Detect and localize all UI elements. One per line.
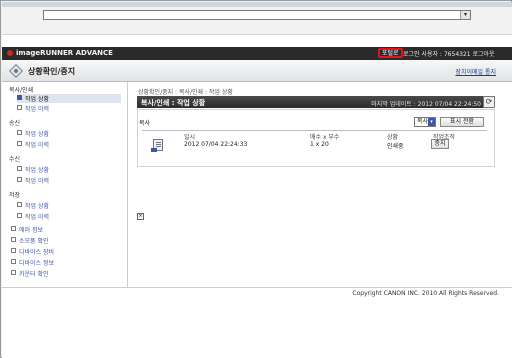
page-content: imageRUNNER ADVANCE 포털로 로그인 사용자 : 765432… bbox=[2, 35, 512, 358]
job-datetime: 2012 07/04 22:24:33 bbox=[184, 141, 248, 148]
col-datetime-header: 일시 bbox=[184, 134, 196, 141]
page-title-bar: 상황확인/중지 장치이메일 통지 bbox=[2, 60, 512, 82]
chevron-down-icon: ▾ bbox=[428, 118, 435, 126]
display-toggle-button[interactable]: 표시 전환 bbox=[440, 117, 484, 127]
sidebar-group-copy-print: 복사/인쇄 bbox=[9, 87, 34, 94]
job-type-select[interactable]: 복사 ▾ bbox=[414, 117, 436, 127]
address-input[interactable]: ▾ bbox=[43, 10, 471, 20]
breadcrumb: 상황확인/중지 : 복사/인쇄 : 작업 상황 bbox=[138, 89, 233, 96]
brand-header: imageRUNNER ADVANCE 포털로 로그인 사용자 : 765432… bbox=[2, 47, 512, 60]
main-panel: 상황확인/중지 : 복사/인쇄 : 작업 상황 복사/인쇄 : 작업 상황 마지… bbox=[129, 82, 512, 287]
sidebar-item-copy-job-status[interactable]: 작업 상황 bbox=[17, 94, 121, 103]
copy-section-label: 복사 bbox=[139, 120, 151, 127]
copy-list-header: 복사 복사 ▾ 표시 전환 bbox=[137, 116, 487, 128]
sidebar-item-counter-check[interactable]: 카운터 확인 bbox=[11, 269, 49, 278]
col-status-header: 상황 bbox=[387, 134, 399, 141]
refresh-icon[interactable]: ⟳ bbox=[483, 96, 495, 108]
sidebar-group-send: 송신 bbox=[9, 120, 21, 127]
section-header: 복사/인쇄 : 작업 상황 마지막 업데이트 : 2012 07/04 22:2… bbox=[137, 96, 495, 108]
footer-divider bbox=[2, 287, 512, 288]
email-notify-link[interactable]: 장치이메일 통지 bbox=[455, 67, 496, 76]
copyright: Copyright CANON INC. 2010 All Rights Res… bbox=[352, 290, 499, 297]
sidebar-item-copy-job-history[interactable]: 작업 이력 bbox=[17, 104, 49, 113]
close-icon[interactable]: × bbox=[137, 213, 144, 220]
browser-window: ▾ imageRUNNER ADVANCE 포털로 로그인 사용자 : 7654… bbox=[0, 0, 512, 358]
sidebar-item-receive-job-status[interactable]: 작업 상황 bbox=[17, 165, 49, 174]
job-type-select-value: 복사 bbox=[417, 118, 429, 125]
sidebar-group-store: 저장 bbox=[9, 192, 21, 199]
canon-logo-icon bbox=[7, 50, 13, 56]
sidebar-item-store-job-status[interactable]: 작업 상황 bbox=[17, 201, 49, 210]
section-title: 복사/인쇄 : 작업 상황 bbox=[141, 99, 206, 107]
status-monitor-icon bbox=[8, 63, 24, 79]
login-user-info[interactable]: 로그인 사용자 : 7654321 로그아웃 bbox=[403, 49, 495, 58]
table-divider bbox=[142, 130, 487, 131]
sidebar-item-receive-job-history[interactable]: 작업 이력 bbox=[17, 176, 49, 185]
sidebar-item-send-job-status[interactable]: 작업 상황 bbox=[17, 129, 49, 138]
sidebar-item-device-info[interactable]: 디바이스 정보 bbox=[11, 258, 54, 267]
print-job-icon bbox=[151, 139, 163, 152]
stop-job-button[interactable]: 중지 bbox=[431, 139, 449, 149]
address-dropdown-button[interactable]: ▾ bbox=[460, 11, 470, 19]
brand-name: imageRUNNER ADVANCE bbox=[16, 49, 113, 57]
page-title: 상황확인/중지 bbox=[28, 67, 76, 76]
col-count-header: 매수 x 부수 bbox=[310, 134, 340, 141]
sidebar-item-send-job-history[interactable]: 작업 이력 bbox=[17, 140, 49, 149]
job-count: 1 x 20 bbox=[310, 141, 329, 148]
address-bar-area: ▾ bbox=[2, 7, 512, 35]
sidebar-item-store-job-history[interactable]: 작업 이력 bbox=[17, 212, 49, 221]
last-updated: 마지막 업데이트 : 2012 07/04 22:24:50 bbox=[371, 101, 481, 108]
portal-home-button[interactable]: 포털로 bbox=[378, 48, 403, 58]
sidebar-item-error-info[interactable]: 에러 정보 bbox=[11, 225, 43, 234]
sidebar-item-consumables[interactable]: 소모품 확인 bbox=[11, 236, 49, 245]
job-status: 인쇄중 bbox=[387, 143, 404, 150]
sidebar-item-device-equipment[interactable]: 디바이스 장비 bbox=[11, 247, 54, 256]
sidebar: 복사/인쇄 작업 상황 작업 이력 송신 작업 상황 작업 이력 수신 작업 상… bbox=[2, 82, 128, 287]
sidebar-group-receive: 수신 bbox=[9, 156, 21, 163]
